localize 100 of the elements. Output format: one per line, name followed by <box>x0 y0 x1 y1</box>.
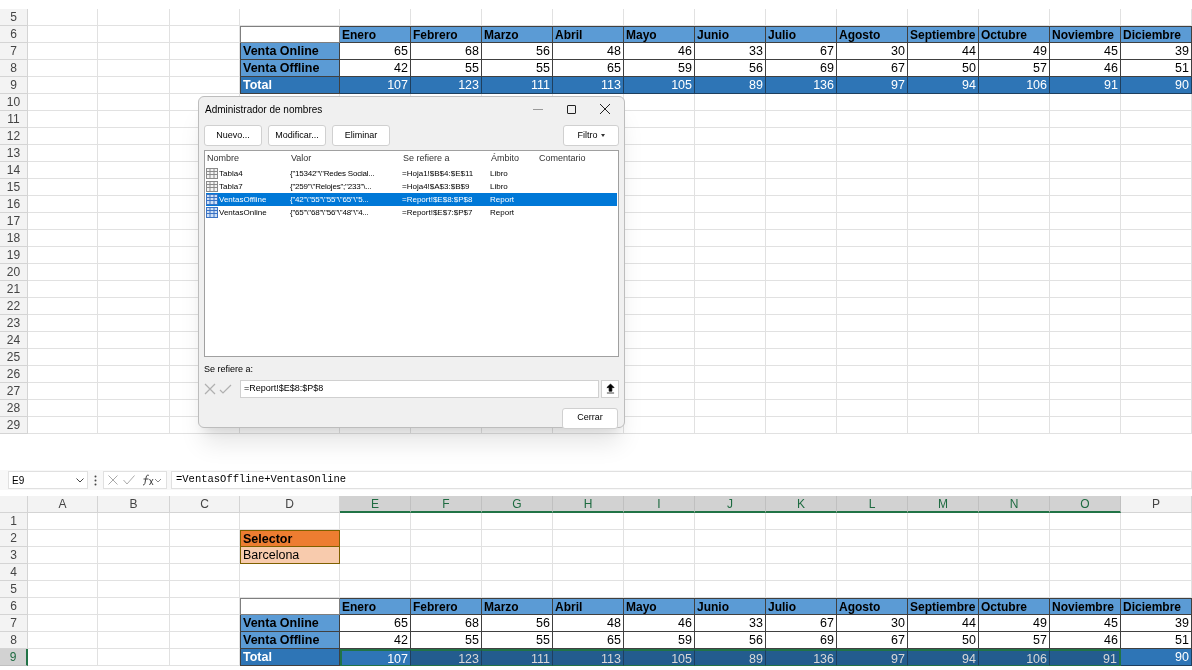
table-cell: 39 <box>1121 43 1192 60</box>
column-header[interactable]: Valor <box>291 152 403 166</box>
column-header[interactable]: D <box>240 496 340 513</box>
reference-field[interactable]: =Report!$E$8:$P$8 <box>240 379 599 398</box>
input-cell[interactable]: Barcelona <box>240 547 340 564</box>
row-label-cell: Total <box>240 649 340 666</box>
value-text: {"15342"\"Redes Social... <box>290 167 376 180</box>
filter-button[interactable]: Filtro <box>563 125 619 146</box>
row-number[interactable]: 1 <box>0 513 28 530</box>
row-number[interactable]: 5 <box>0 581 28 598</box>
column-header[interactable]: Nombre <box>207 152 291 166</box>
table-cell: 55 <box>411 632 482 649</box>
row-number: 17 <box>0 213 28 230</box>
table-header-cell: Noviembre <box>1050 26 1121 43</box>
formula-field[interactable]: =VentasOffline+VentasOnline <box>171 471 1192 489</box>
column-header[interactable]: L <box>837 496 908 513</box>
name-row[interactable]: VentasOnline {"65"\"68"\"56"\"48"\"4... =Report!$E$7:$P$7 Report <box>206 206 617 219</box>
name-row[interactable]: Tabla7 {"259"\"Relojes";"233"\... =Hoja4!$A$3:$B$9 Libro <box>206 180 617 193</box>
column-header[interactable]: A <box>28 496 98 513</box>
row-number[interactable]: 4 <box>0 564 28 581</box>
row-number[interactable]: 7 <box>0 615 28 632</box>
table-cell: 111 <box>482 77 553 94</box>
column-header[interactable]: Se refiere a <box>403 152 491 166</box>
column-header[interactable]: P <box>1121 496 1192 513</box>
name-row[interactable]: Tabla4 {"15342"\"Redes Social... =Hoja1!$B$4:$E$11 Libro <box>206 167 617 180</box>
empty-cell <box>766 94 837 111</box>
column-header[interactable]: B <box>98 496 170 513</box>
empty-cell <box>979 564 1050 581</box>
column-header[interactable]: G <box>482 496 553 513</box>
column-header[interactable]: M <box>908 496 979 513</box>
row-number[interactable]: 3 <box>0 547 28 564</box>
edit-button[interactable]: Modificar... <box>268 125 326 146</box>
column-header[interactable]: H <box>553 496 624 513</box>
empty-cell <box>98 43 170 60</box>
table-cell: 113 <box>553 77 624 94</box>
empty-cell <box>766 383 837 400</box>
empty-cell <box>979 366 1050 383</box>
table-grid-icon <box>206 194 218 205</box>
empty-cell <box>98 615 170 632</box>
scope-text: Libro <box>490 167 509 180</box>
column-header[interactable]: F <box>411 496 482 513</box>
more-options-icon[interactable] <box>94 474 97 486</box>
scope-text: Libro <box>490 180 509 193</box>
table-cell: 67 <box>766 615 837 632</box>
row-number[interactable]: 2 <box>0 530 28 547</box>
check-icon[interactable] <box>123 475 135 485</box>
close-button[interactable]: Cerrar <box>562 407 618 429</box>
row-number: 21 <box>0 281 28 298</box>
maximize-icon[interactable] <box>567 104 576 114</box>
empty-cell <box>695 264 766 281</box>
column-header[interactable]: N <box>979 496 1050 513</box>
row-number: 25 <box>0 349 28 366</box>
empty-cell <box>1050 400 1121 417</box>
close-icon[interactable] <box>600 104 610 114</box>
empty-cell <box>1121 564 1192 581</box>
empty-cell <box>766 564 837 581</box>
empty-cell <box>766 196 837 213</box>
empty-cell <box>695 179 766 196</box>
column-header[interactable]: J <box>695 496 766 513</box>
table-cell: 105 <box>624 77 695 94</box>
empty-cell <box>98 77 170 94</box>
empty-cell <box>979 513 1050 530</box>
empty-cell <box>979 128 1050 145</box>
name-text: Tabla7 <box>219 180 243 193</box>
empty-cell <box>1050 196 1121 213</box>
column-header[interactable]: Ámbito <box>491 152 539 166</box>
table-cell: 51 <box>1121 632 1192 649</box>
column-header[interactable]: Comentario <box>539 152 618 166</box>
column-header[interactable]: I <box>624 496 695 513</box>
row-number[interactable]: 8 <box>0 632 28 649</box>
row-number[interactable]: 9 <box>0 649 28 666</box>
empty-cell <box>553 547 624 564</box>
field-label: Se refiere a: <box>203 363 255 376</box>
name-box[interactable]: E9 <box>8 471 88 489</box>
row-number: 6 <box>0 26 28 43</box>
reference-text: =Report!$E$7:$P$7 <box>402 206 474 219</box>
delete-button[interactable]: Eliminar <box>332 125 390 146</box>
row-number[interactable]: 6 <box>0 598 28 615</box>
column-header[interactable]: K <box>766 496 837 513</box>
column-header[interactable]: C <box>170 496 240 513</box>
empty-cell <box>979 281 1050 298</box>
table-header-cell: Octubre <box>979 26 1050 43</box>
collapse-button[interactable] <box>601 379 619 398</box>
chevron-down-icon[interactable] <box>76 477 84 483</box>
table-cell: 106 <box>979 77 1050 94</box>
name-row[interactable]: VentasOffline {"42"\"55"\"55"\"65"\"5... =Report!$E$8:$P$8 Report <box>206 193 617 206</box>
empty-cell <box>979 179 1050 196</box>
empty-cell <box>1121 332 1192 349</box>
column-header[interactable]: O <box>1050 496 1121 513</box>
insert-function-icon[interactable] <box>140 474 162 486</box>
table-header-cell: Agosto <box>837 26 908 43</box>
empty-cell <box>1050 94 1121 111</box>
empty-cell <box>624 513 695 530</box>
new-button[interactable]: Nuevo... <box>204 125 262 146</box>
empty-cell <box>979 383 1050 400</box>
scope-text: Report <box>490 206 515 219</box>
column-header[interactable]: E <box>340 496 411 513</box>
empty-cell <box>411 530 482 547</box>
empty-cell <box>1050 247 1121 264</box>
table-header-cell: Mayo <box>624 26 695 43</box>
